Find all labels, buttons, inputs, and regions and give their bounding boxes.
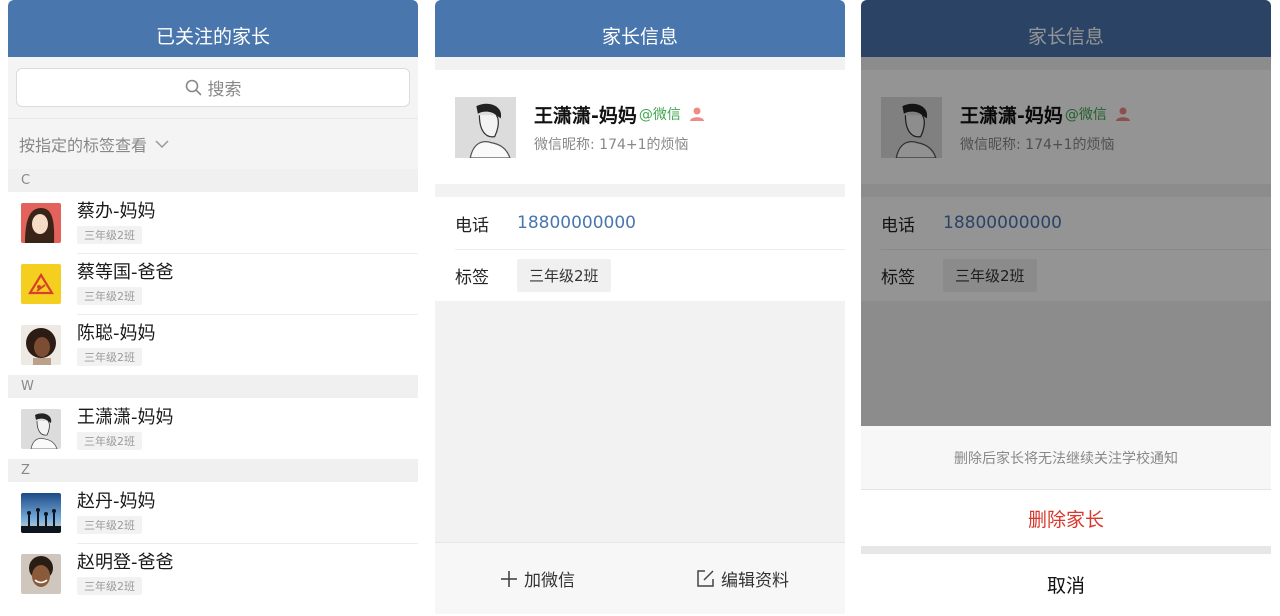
phone-number-link[interactable]: 18800000000 [517,213,636,233]
profile-card: 王潇潇-妈妈 @微信 微信昵称: 174+1的烦恼 [435,70,845,184]
contact-tag: 三年级2班 [77,287,142,305]
delete-warning-text: 删除后家长将无法继续关注学校通知 [861,426,1271,490]
phone-row: 电话 18800000000 [435,197,845,249]
contact-tag: 三年级2班 [77,348,142,366]
section-header-w: W [8,375,418,398]
contact-row[interactable]: 蔡等国-爸爸 三年级2班 [8,253,418,314]
followed-parents-screen: 已关注的家长 搜索 按指定的标签查看 C 蔡办-妈妈 三年级2班 蔡等国-爸爸 … [8,0,418,614]
anime-girl-avatar [21,202,61,243]
wechat-source-label: @微信 [638,107,681,123]
search-icon [185,79,201,96]
bottom-action-bar: 加微信 编辑资料 [435,542,845,614]
contact-row[interactable]: 陈聪-妈妈 三年级2班 [8,314,418,375]
smiling-man-avatar [21,553,61,594]
search-placeholder: 搜索 [207,80,242,100]
contact-row[interactable]: 王潇潇-妈妈 三年级2班 [8,398,418,459]
section-header-c: C [8,169,418,192]
tag-row: 标签 三年级2班 [435,249,845,301]
contact-tag: 三年级2班 [77,226,142,244]
chevron-down-icon [155,139,169,148]
phone-label: 电话 [455,215,489,236]
sketch-man-avatar [21,408,61,449]
edit-profile-label: 编辑资料 [721,571,789,591]
contact-name: 蔡办-妈妈 [77,201,156,222]
plus-icon [501,570,517,587]
curly-hair-woman-avatar [21,324,61,365]
section-header-z: Z [8,459,418,482]
search-bar: 搜索 [8,57,418,119]
contact-name: 陈聪-妈妈 [77,323,156,344]
delete-parent-button[interactable]: 删除家长 [861,490,1271,546]
edit-icon [697,570,714,587]
sunset-silhouettes-avatar [21,492,61,533]
delete-action-sheet: 删除后家长将无法继续关注学校通知 删除家长 取消 [861,426,1271,614]
contact-tag: 三年级2班 [77,432,142,450]
contact-name: 蔡等国-爸爸 [77,262,174,283]
page-title: 已关注的家长 [8,0,418,57]
contact-row[interactable]: 赵明登-爸爸 三年级2班 [8,543,418,604]
yellow-warning-sign-avatar [21,263,61,304]
tag-filter-dropdown[interactable]: 按指定的标签查看 [8,119,418,169]
filter-label: 按指定的标签查看 [19,136,148,155]
contact-tag: 三年级2班 [77,577,142,595]
profile-name: 王潇潇-妈妈 [534,104,637,127]
contact-row[interactable]: 赵丹-妈妈 三年级2班 [8,482,418,543]
info-block: 电话 18800000000 标签 三年级2班 [435,197,845,301]
contact-tag: 三年级2班 [77,516,142,534]
sheet-divider [861,546,1271,554]
contact-name: 王潇潇-妈妈 [77,407,174,428]
contact-name: 赵明登-爸爸 [77,552,174,573]
page-title: 家长信息 [435,0,845,57]
contact-row[interactable]: 蔡办-妈妈 三年级2班 [8,192,418,253]
tag-value: 三年级2班 [517,258,611,292]
cancel-button[interactable]: 取消 [861,554,1271,614]
add-wechat-label: 加微信 [524,571,575,591]
contact-name: 赵丹-妈妈 [77,491,156,512]
search-input[interactable]: 搜索 [16,68,410,107]
parent-detail-screen: 家长信息 王潇潇-妈妈 @微信 微信昵称: 174+1的烦恼 电话 188000… [435,0,845,614]
person-icon [689,107,704,121]
edit-profile-button[interactable]: 编辑资料 [640,566,845,591]
wechat-nickname: 微信昵称: 174+1的烦恼 [534,136,689,153]
sketch-man-avatar [455,96,516,158]
delete-parent-screen: 家长信息 王潇潇-妈妈 @微信 微信昵称: 174+1的烦恼 电话 188000… [861,0,1271,614]
add-wechat-button[interactable]: 加微信 [435,566,640,591]
tag-label: 标签 [455,267,489,288]
